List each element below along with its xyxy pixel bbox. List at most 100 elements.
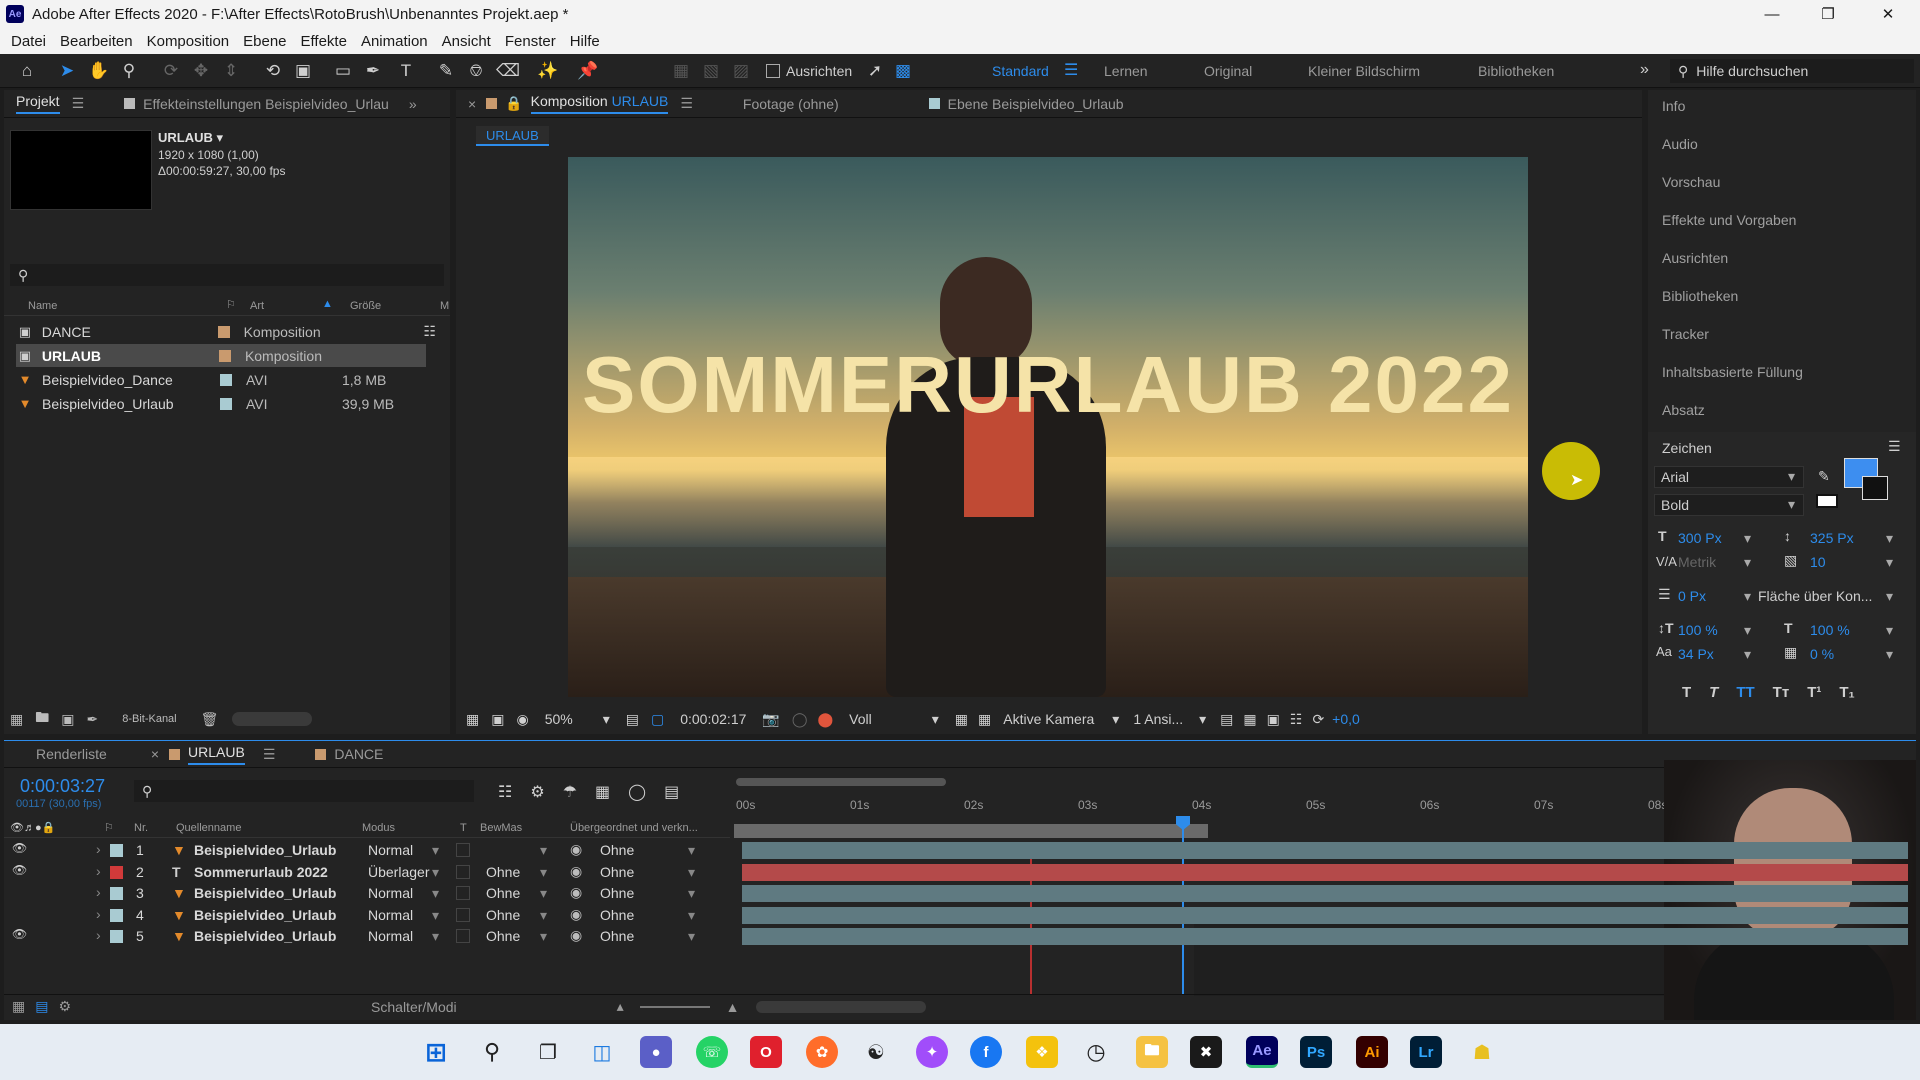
chevron-down-icon[interactable]: ▾ (432, 928, 439, 945)
visibility-eye-icon[interactable]: 👁 (12, 927, 27, 941)
blend-mode-select[interactable]: Normal (368, 928, 413, 944)
rectangle-tool-icon[interactable]: ▭ (332, 60, 354, 82)
project-item-urlaub[interactable]: ▣ URLAUB Komposition (16, 344, 426, 367)
blend-mode-select[interactable]: Normal (368, 907, 413, 923)
selection-tool-icon[interactable]: ➤ (56, 60, 78, 82)
layer-label-color[interactable] (110, 908, 123, 922)
orbit-camera-icon[interactable]: ⟳ (160, 60, 182, 82)
blend-mode-select[interactable]: Normal (368, 842, 413, 858)
resolution-select[interactable]: Voll (849, 711, 872, 727)
layer-name[interactable]: Beispielvideo_Urlaub (194, 907, 336, 923)
render-3d-icon[interactable]: ▦ (1243, 711, 1256, 728)
layer-duration-bar[interactable] (742, 906, 1908, 924)
chevron-down-icon[interactable]: ▾ (432, 864, 439, 881)
layer-row[interactable]: › 4 ▼ Beispielvideo_Urlaub Normal ▾ Ohne ▾ ◉ Ohne… (4, 905, 730, 926)
layer-name[interactable]: Beispielvideo_Urlaub (194, 885, 336, 901)
workspace-lernen[interactable]: Lernen (1104, 63, 1148, 79)
col-type[interactable]: Art (250, 300, 264, 312)
illustrator-icon[interactable]: Ai (1356, 1036, 1388, 1068)
font-size-value[interactable]: 300 Px (1678, 530, 1722, 546)
layer-label-color[interactable] (110, 865, 123, 879)
opera-icon[interactable]: O (750, 1036, 782, 1068)
frame-blending-icon[interactable]: ▦ (595, 782, 610, 802)
layer-duration-bar[interactable] (742, 863, 1908, 881)
panel-tracker[interactable]: Tracker (1662, 326, 1709, 342)
toggle-switches-modes[interactable]: Schalter/Modi (371, 999, 457, 1015)
home-icon[interactable]: ⌂ (16, 60, 38, 82)
tab-effect-controls[interactable]: Effekteinstellungen Beispielvideo_Urlau (143, 96, 389, 112)
zoom-tool-icon[interactable]: ⚲ (118, 60, 140, 82)
timeline-scrollbar[interactable] (755, 1000, 926, 1013)
render-time-icon[interactable]: ⚙ (58, 998, 71, 1015)
pick-whip-icon[interactable]: ◉ (570, 841, 582, 858)
workspace-small-screen[interactable]: Kleiner Bildschirm (1308, 63, 1420, 79)
panel-align[interactable]: Ausrichten (1662, 250, 1728, 266)
brush-tool-icon[interactable]: ✎ (435, 60, 457, 82)
col-m[interactable]: M (440, 300, 449, 312)
monitor-icon[interactable]: ▣ (491, 711, 504, 728)
col-t[interactable]: T (460, 822, 467, 834)
pick-whip-icon[interactable]: ◉ (570, 927, 582, 944)
layer-duration-bar[interactable] (742, 842, 1908, 859)
more-workspaces-icon[interactable]: » (1640, 61, 1649, 79)
timeline-menu-icon[interactable]: ☰ (263, 746, 276, 763)
dolly-camera-icon[interactable]: ⇕ (220, 60, 242, 82)
col-parent[interactable]: Übergeordnet und verkn... (570, 822, 698, 834)
close-tab-icon[interactable]: × (468, 96, 476, 112)
horizontal-scale-value[interactable]: 100 % (1810, 622, 1850, 638)
stroke-width-value[interactable]: 0 Px (1678, 588, 1706, 604)
firefox-icon[interactable]: ✿ (806, 1036, 838, 1068)
tab-dance[interactable]: DANCE (334, 746, 383, 762)
zoom-in-icon[interactable]: ▲ (726, 999, 740, 1015)
timeline-search-box[interactable]: ⚲ (134, 780, 474, 802)
superscript-icon[interactable]: T¹ (1807, 684, 1821, 701)
comp-name[interactable]: URLAUB ▾ (158, 130, 223, 146)
layer-row[interactable]: 👁 › 2 T Sommerurlaub 2022 Überlager ▾ Ohne ▾ ◉ Ohn… (4, 862, 730, 883)
menu-hilfe[interactable]: Hilfe (570, 33, 600, 50)
menu-komposition[interactable]: Komposition (147, 33, 230, 50)
help-search-box[interactable]: ⚲ Hilfe durchsuchen (1670, 59, 1914, 83)
pick-whip-icon[interactable]: ◉ (570, 863, 582, 880)
col-track-matte[interactable]: BewMas (480, 822, 522, 834)
facebook-icon[interactable]: f (970, 1036, 1002, 1068)
workspace-original[interactable]: Original (1204, 63, 1252, 79)
expand-layer-switches-icon[interactable]: ▦ (12, 998, 25, 1015)
chevron-down-icon[interactable]: ▾ (688, 842, 695, 859)
menu-effekte[interactable]: Effekte (301, 33, 347, 50)
pick-whip-icon[interactable]: ◉ (570, 884, 582, 901)
puppet-icon[interactable]: ☯ (860, 1036, 892, 1068)
pan-behind-icon[interactable]: ▣ (292, 60, 314, 82)
zoom-select[interactable]: 50% (545, 711, 573, 727)
kerning-value[interactable]: Metrik (1678, 554, 1716, 570)
chevron-down-icon[interactable]: ▾ (1886, 646, 1893, 663)
faux-bold-icon[interactable]: T (1682, 684, 1691, 701)
col-nr[interactable]: Nr. (134, 822, 148, 834)
layer-duration-bar[interactable] (742, 885, 1908, 902)
puppet-pin-icon[interactable]: 📌 (577, 60, 599, 82)
work-area-bar[interactable] (734, 824, 1208, 838)
adjust-settings-icon[interactable]: ✒ (86, 711, 98, 728)
col-source-name[interactable]: Quellenname (176, 822, 241, 834)
chevron-down-icon[interactable]: ▾ (1886, 622, 1893, 639)
chevron-down-icon[interactable]: ▾ (688, 907, 695, 924)
teams-icon[interactable]: ● (640, 1036, 672, 1068)
close-button[interactable]: ✕ (1860, 0, 1916, 28)
roto-brush-icon[interactable]: ✨ (537, 60, 559, 82)
viewer-menu-icon[interactable]: ☰ (680, 95, 693, 112)
after-effects-icon[interactable]: Ae (1246, 1036, 1278, 1068)
chevron-down-icon[interactable]: ▾ (1744, 622, 1751, 639)
chevron-down-icon[interactable]: ▾ (432, 842, 439, 859)
mask-visibility-icon[interactable]: ◉ (516, 711, 528, 728)
new-comp-icon[interactable]: ▣ (61, 711, 74, 728)
trash-icon[interactable]: 🗑 (201, 711, 219, 728)
parent-select[interactable]: Ohne (600, 842, 634, 858)
blend-mode-select[interactable]: Normal (368, 885, 413, 901)
chevron-down-icon[interactable]: ▾ (540, 907, 547, 924)
chevron-down-icon[interactable]: ▾ (1886, 554, 1893, 571)
minimize-button[interactable]: — (1744, 0, 1800, 28)
file-explorer-icon[interactable]: 🖿 (1136, 1036, 1168, 1068)
menu-animation[interactable]: Animation (361, 33, 428, 50)
tab-project[interactable]: Projekt (16, 93, 60, 114)
tab-composition[interactable]: Komposition URLAUB (530, 93, 669, 114)
chevron-down-icon[interactable]: ▾ (1744, 530, 1751, 547)
